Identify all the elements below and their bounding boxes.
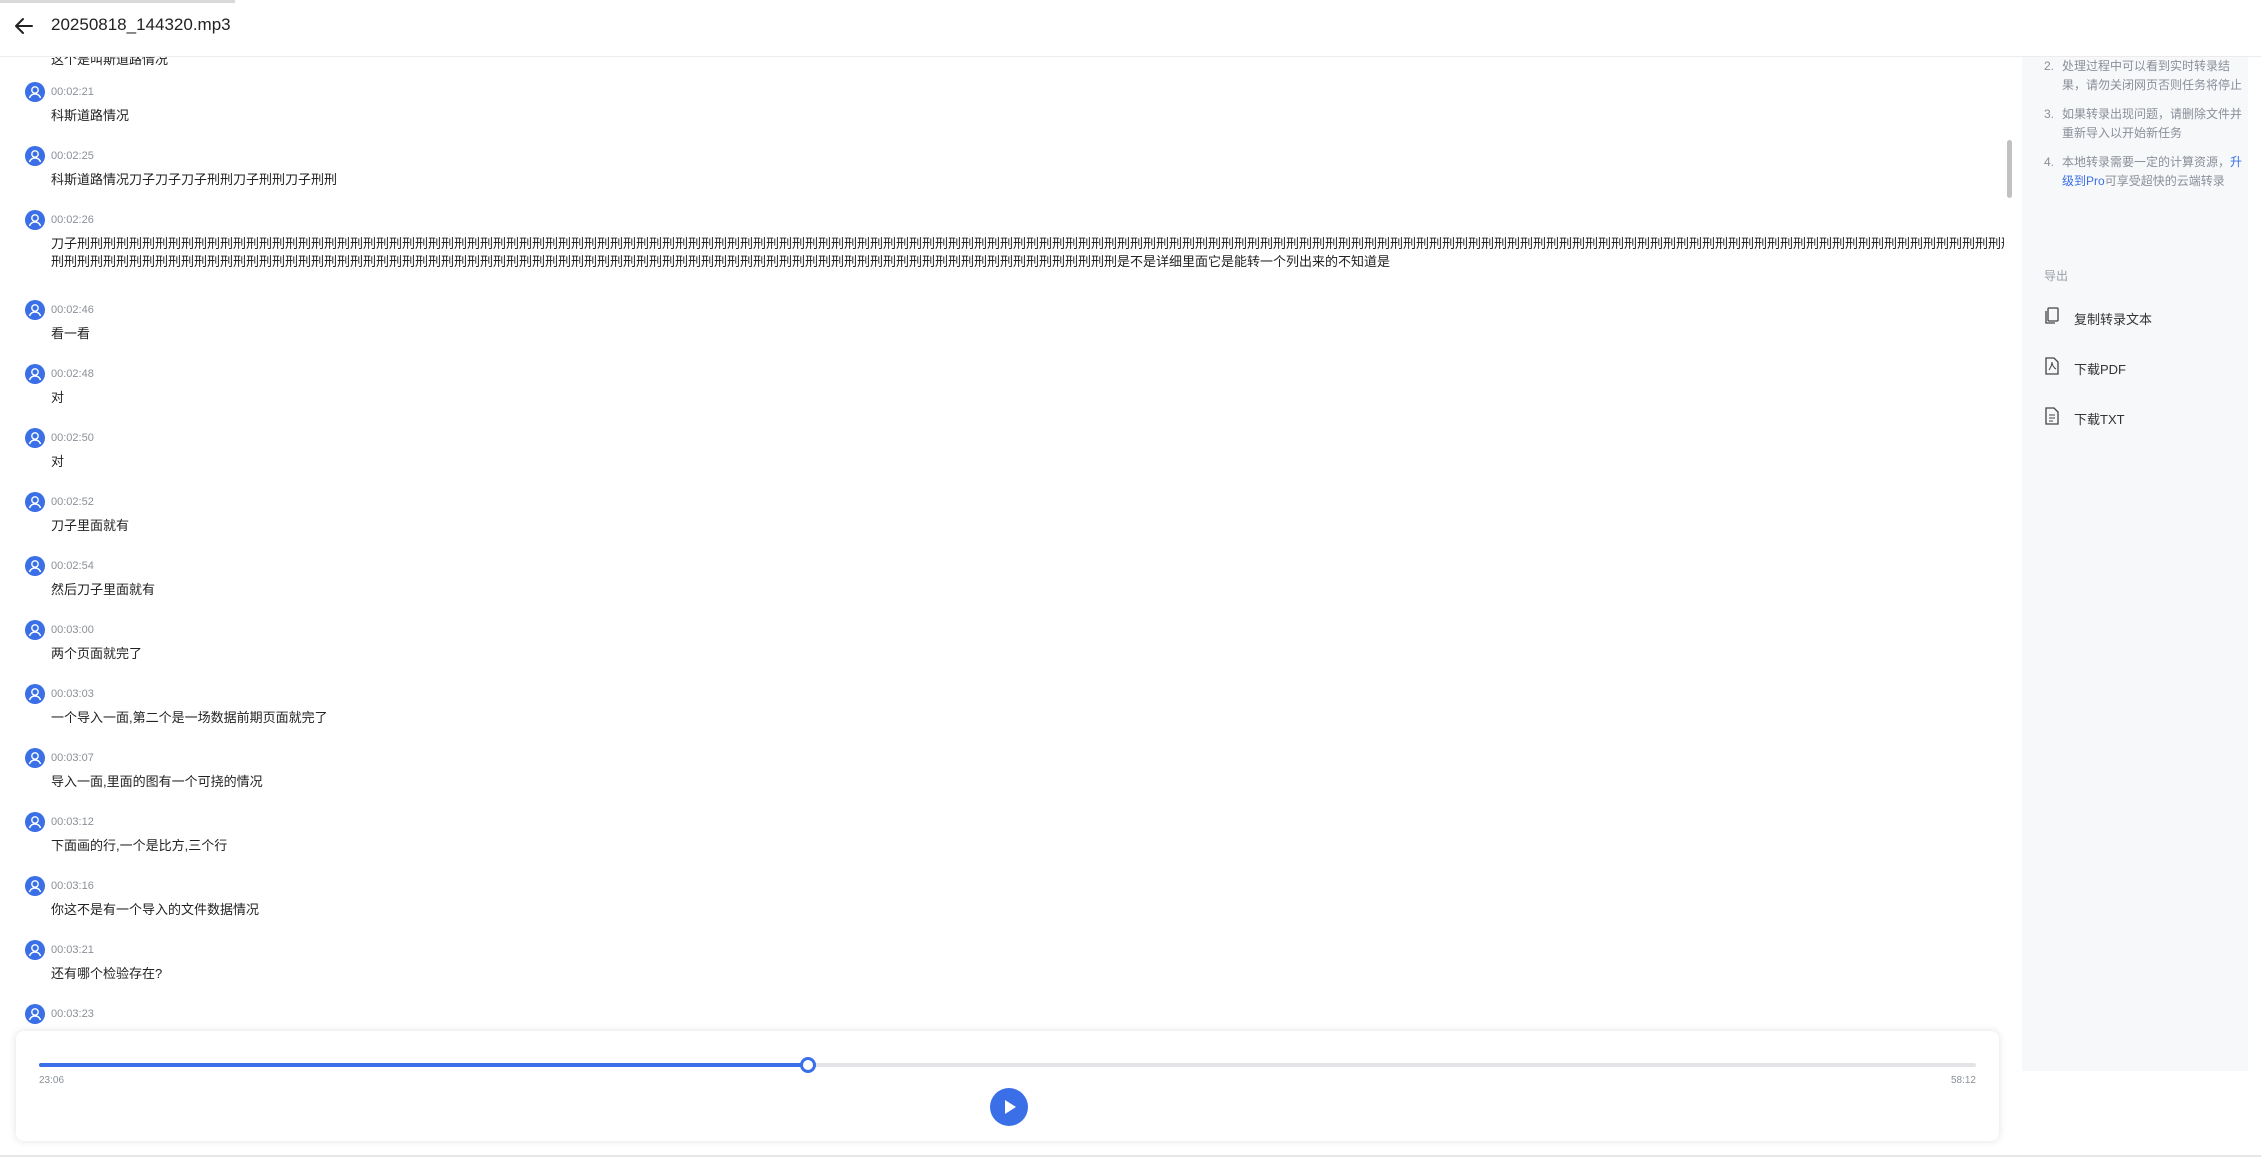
file-title: 20250818_144320.mp3 [51,15,231,34]
transcript-line: 科斯道路情况 [51,108,130,123]
speaker-avatar-icon [25,210,45,230]
speaker-avatar-icon [25,492,45,512]
scrollbar-thumb[interactable] [2007,140,2012,198]
transcript-text: 刀子刑刑刑刑刑刑刑刑刑刑刑刑刑刑刑刑刑刑刑刑刑刑刑刑刑刑刑刑刑刑刑刑刑刑刑刑刑刑… [51,235,2004,271]
speaker-avatar-icon [25,82,45,102]
transcript-text: 科斯道路情况刀子刀子刀子刑刑刀子刑刑刀子刑刑 [51,171,337,189]
timestamp[interactable]: 00:03:21 [51,944,94,956]
transcript-line: 导入一面,里面的图有一个可挠的情况 [51,774,263,789]
speaker-avatar-icon [25,146,45,166]
timestamp[interactable]: 00:02:26 [51,214,94,226]
timestamp[interactable]: 00:03:23 [51,1008,94,1020]
transcript-line: 科斯道路情况刀子刀子刀子刑刑刀子刑刑刀子刑刑 [51,172,338,187]
download-txt-button[interactable]: 下载TXT [2044,403,2234,431]
pdf-file-icon [2045,357,2059,375]
transcript-line: 刀子刑刑刑刑刑刑刑刑刑刑刑刑刑刑刑刑刑刑刑刑刑刑刑刑刑刑刑刑刑刑刑刑刑刑刑刑刑刑… [51,236,2004,251]
progress-fill [39,1063,808,1067]
timestamp[interactable]: 00:02:21 [51,86,94,98]
transcript-scrollbar[interactable] [2004,57,2014,1032]
speaker-avatar-icon [25,364,45,384]
transcript-line: 刑刑刑刑刑刑刑刑刑刑刑刑刑刑刑刑刑刑刑刑刑刑刑刑刑刑刑刑刑刑刑刑刑刑刑刑刑刑刑刑… [51,254,1391,269]
speaker-avatar-icon [25,876,45,896]
current-time: 23:06 [39,1075,65,1086]
speaker-avatar-icon [25,684,45,704]
timestamp[interactable]: 00:02:25 [51,150,94,162]
speaker-avatar-icon [25,812,45,832]
copy-icon [2045,307,2059,324]
speaker-avatar-icon [25,428,45,448]
partial-transcript-text: 这个是叫斯道路情况 [51,57,169,67]
app-header: 20250818_144320.mp3 [0,0,2261,57]
transcript-text: 看一看 [51,325,90,343]
speaker-avatar-icon [25,940,45,960]
transcript-line: 下面画的行,一个是比方,三个行 [51,838,228,853]
timestamp[interactable]: 00:02:54 [51,560,94,572]
transcript-text: 对 [51,389,64,407]
transcript-text: 还有哪个检验存在? [51,965,162,983]
tip-item: 4. 本地转录需要一定的计算资源，升级到Pro可享受超快的云端转录 [2044,155,2243,188]
copy-transcript-button[interactable]: 复制转录文本 [2044,303,2234,331]
transcript-line: 看一看 [51,326,91,341]
play-button[interactable] [990,1088,1028,1126]
transcript-line: 两个页面就完了 [51,646,143,661]
export-section-title: 导出 [2044,269,2069,283]
speaker-avatar-icon [25,620,45,640]
txt-file-icon [2045,407,2059,425]
speaker-avatar-icon [25,556,45,576]
transcript-line: 你这不是有一个导入的文件数据情况 [51,902,260,917]
timestamp[interactable]: 00:02:46 [51,304,94,316]
download-pdf-button[interactable]: 下载PDF [2044,353,2234,381]
transcript-line: 对 [51,390,65,405]
transcript-text: 你这不是有一个导入的文件数据情况 [51,901,259,919]
transcript-text: 导入一面,里面的图有一个可挠的情况 [51,773,263,791]
play-icon [1005,1100,1016,1114]
transcript-text: 刀子里面就有 [51,517,129,535]
total-time: 58:12 [1950,1075,1976,1086]
top-strip [0,0,235,3]
timestamp[interactable]: 00:03:00 [51,624,94,636]
timestamp[interactable]: 00:02:50 [51,432,94,444]
transcript-text: 对 [51,453,64,471]
speaker-avatar-icon [25,748,45,768]
timestamp[interactable]: 00:03:03 [51,688,94,700]
timestamp[interactable]: 00:03:12 [51,816,94,828]
transcript-line: 还有哪个检验存在? [51,966,163,981]
transcript-text: 两个页面就完了 [51,645,142,663]
tip-item: 2. 处理过程中可以看到实时转录结果，请勿关闭网页否则任务将停止 [2044,59,2243,92]
transcript-line: 然后刀子里面就有 [51,582,156,597]
transcript-line: 对 [51,454,65,469]
tip-item: 3. 如果转录出现问题，请删除文件并重新导入以开始新任务 [2044,107,2243,140]
tips-list: 2. 处理过程中可以看到实时转录结果，请勿关闭网页否则任务将停止 3. 如果转录出现… [2044,57,2244,201]
transcript-text: 然后刀子里面就有 [51,581,155,599]
transcript-list[interactable]: 这个是叫斯道路情况 00:02:21 科斯道路情况 00:02:25 科斯道路情况刀子… [0,57,2004,1032]
timestamp[interactable]: 00:02:48 [51,368,94,380]
transcript-line: 刀子里面就有 [51,518,130,533]
speaker-avatar-icon [25,300,45,320]
timestamp[interactable]: 00:03:07 [51,752,94,764]
progress-knob[interactable] [799,1057,816,1073]
timestamp[interactable]: 00:02:52 [51,496,94,508]
back-arrow-icon[interactable] [12,14,36,38]
transcript-text: 下面画的行,一个是比方,三个行 [51,837,227,855]
timestamp[interactable]: 00:03:16 [51,880,94,892]
progress-slider[interactable] [39,1057,1976,1073]
transcript-text: 科斯道路情况 [51,107,129,125]
audio-player: 23:06 58:12 [16,1031,1999,1141]
transcript-text: 一个导入一面,第二个是一场数据前期页面就完了 [51,709,328,727]
speaker-avatar-icon [25,1004,45,1024]
transcript-line: 一个导入一面,第二个是一场数据前期页面就完了 [51,710,328,725]
sidebar: 2. 处理过程中可以看到实时转录结果，请勿关闭网页否则任务将停止 3. 如果转录出现… [2022,57,2248,1071]
